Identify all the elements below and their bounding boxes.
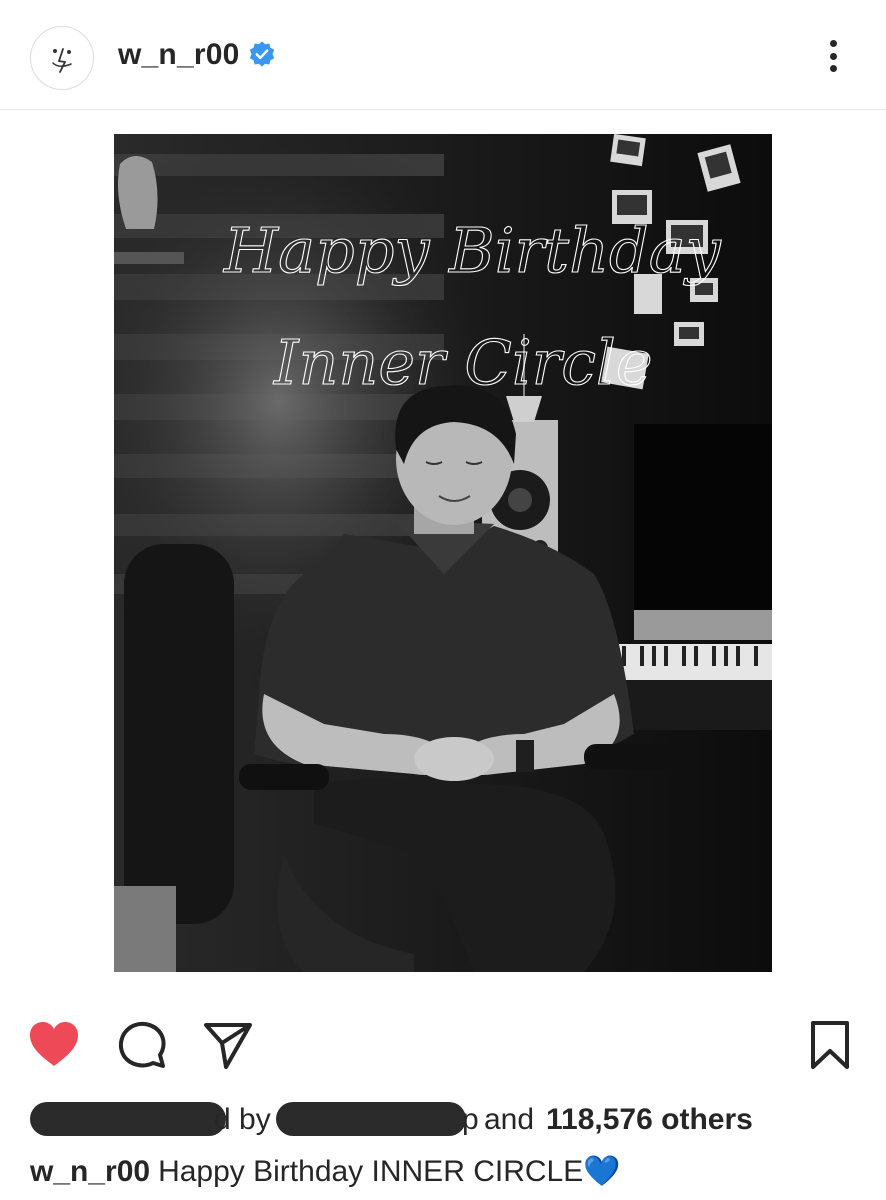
save-button[interactable]: [802, 1015, 858, 1075]
redacted-username: [30, 1102, 226, 1136]
verified-badge-icon: [249, 41, 275, 67]
post-image[interactable]: Happy Birthday Inner Circle: [114, 134, 772, 972]
studio-photo: Happy Birthday Inner Circle: [114, 134, 772, 972]
likes-others-count[interactable]: 118,576 others: [546, 1098, 753, 1142]
action-bar: [0, 1015, 886, 1077]
avatar-face-icon: [52, 48, 72, 73]
like-button[interactable]: [26, 1015, 82, 1075]
bookmark-icon: [811, 1021, 849, 1069]
caption-text: Happy Birthday INNER CIRCLE💙: [158, 1155, 621, 1188]
more-options-button[interactable]: [818, 36, 848, 76]
caption-username[interactable]: w_n_r00: [30, 1155, 150, 1188]
overlay-line1: Happy Birthday: [223, 214, 722, 287]
avatar[interactable]: [30, 26, 94, 90]
comment-button[interactable]: [114, 1015, 170, 1075]
post-caption: w_n_r00 Happy Birthday INNER CIRCLE💙: [30, 1150, 870, 1194]
more-vertical-icon: [829, 40, 837, 47]
redacted-username: [276, 1102, 466, 1136]
likes-summary[interactable]: d by p and 118,576 others: [30, 1098, 860, 1142]
share-button[interactable]: [200, 1015, 256, 1075]
overlay-line2: Inner Circle: [273, 326, 653, 399]
comment-icon: [118, 1021, 166, 1068]
send-icon: [204, 1023, 252, 1069]
heart-filled-icon: [30, 1022, 78, 1066]
post-header: w_n_r00: [0, 0, 886, 110]
likes-and: and: [484, 1103, 535, 1136]
likes-by-prefix: d by: [214, 1103, 271, 1136]
likes-third-fragment: p: [462, 1103, 479, 1136]
post-username[interactable]: w_n_r00: [118, 38, 239, 72]
